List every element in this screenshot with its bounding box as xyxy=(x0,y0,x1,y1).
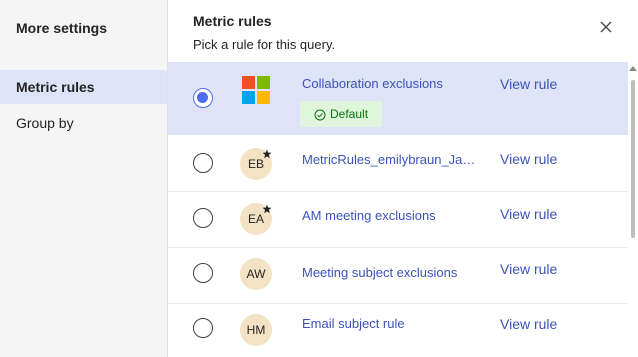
view-rule-link[interactable]: View rule xyxy=(500,151,557,167)
sidebar-item-metric-rules[interactable]: Metric rules xyxy=(0,70,167,104)
rule-name[interactable]: MetricRules_emilybraun_Jan... xyxy=(302,152,477,167)
close-button[interactable] xyxy=(596,17,616,37)
rules-list: Collaboration exclusions Default View ru… xyxy=(168,62,628,357)
rule-name[interactable]: Meeting subject exclusions xyxy=(302,265,457,280)
settings-sidebar: More settings Metric rules Group by xyxy=(0,0,168,357)
check-circle-icon xyxy=(314,109,326,121)
scroll-thumb[interactable] xyxy=(631,80,635,238)
rule-row[interactable]: AW Meeting subject exclusions View rule xyxy=(168,248,628,304)
rule-name[interactable]: Collaboration exclusions xyxy=(302,76,443,91)
rule-radio[interactable] xyxy=(193,318,213,338)
panel-subtitle: Pick a rule for this query. xyxy=(193,37,336,52)
view-rule-link[interactable]: View rule xyxy=(500,261,557,277)
metric-rules-panel: Metric rules Pick a rule for this query.… xyxy=(168,0,638,357)
sidebar-title: More settings xyxy=(16,20,108,36)
view-rule-link[interactable]: View rule xyxy=(500,206,557,222)
default-badge-label: Default xyxy=(330,107,369,121)
close-icon xyxy=(600,21,612,33)
rule-radio[interactable] xyxy=(193,263,213,283)
rule-radio[interactable] xyxy=(193,208,213,228)
rules-scrollbar[interactable] xyxy=(628,62,638,357)
scroll-up-arrow-icon[interactable] xyxy=(629,66,637,71)
rule-name[interactable]: Email subject rule xyxy=(302,316,405,331)
rule-row[interactable]: HM Email subject rule View rule xyxy=(168,304,628,357)
star-icon xyxy=(262,204,272,214)
view-rule-link[interactable]: View rule xyxy=(500,76,557,92)
rule-radio[interactable] xyxy=(193,153,213,173)
panel-title: Metric rules xyxy=(193,13,272,29)
default-badge: Default xyxy=(300,101,383,127)
avatar: HM xyxy=(240,314,272,346)
microsoft-logo-icon xyxy=(242,76,270,104)
rule-row[interactable]: EA AM meeting exclusions View rule xyxy=(168,192,628,248)
rule-row[interactable]: EB MetricRules_emilybraun_Jan... View ru… xyxy=(168,136,628,192)
avatar: AW xyxy=(240,258,272,290)
view-rule-link[interactable]: View rule xyxy=(500,316,557,332)
rule-radio[interactable] xyxy=(193,88,213,108)
sidebar-item-group-by[interactable]: Group by xyxy=(0,106,167,140)
rule-row[interactable]: Collaboration exclusions Default View ru… xyxy=(168,62,628,135)
rule-name[interactable]: AM meeting exclusions xyxy=(302,208,436,223)
star-icon xyxy=(262,149,272,159)
